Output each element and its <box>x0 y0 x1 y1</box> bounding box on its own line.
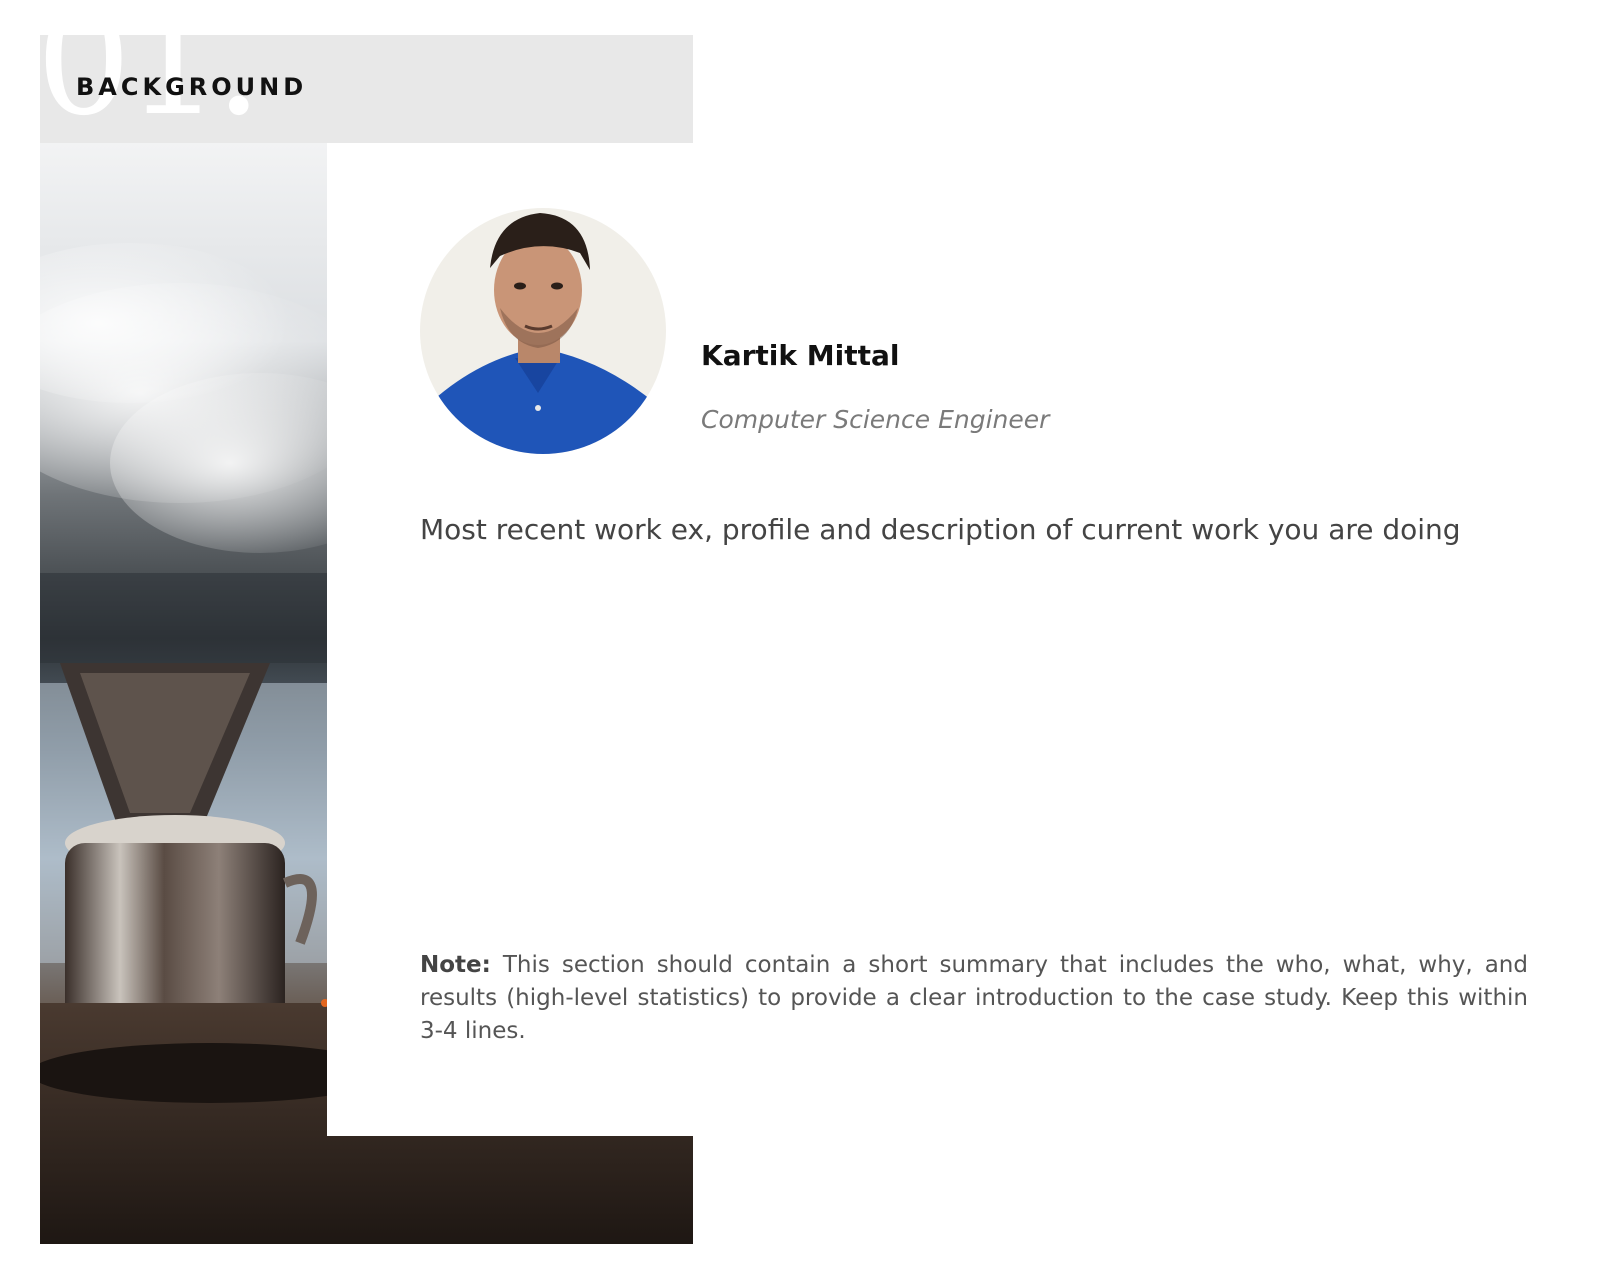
note-label: Note: <box>420 952 491 978</box>
intro-text: Most recent work ex, profile and descrip… <box>420 513 1461 546</box>
note-text: This section should contain a short summ… <box>420 952 1528 1044</box>
person-role: Computer Science Engineer <box>701 405 1050 434</box>
section-title: BACKGROUND <box>76 73 308 101</box>
profile-portrait-photo <box>420 208 666 454</box>
section-header: 01. BACKGROUND <box>40 35 693 143</box>
person-name: Kartik Mittal <box>701 339 900 372</box>
profile-card: Kartik Mittal Computer Science Engineer … <box>327 143 1600 1136</box>
note-paragraph: Note: This section should contain a shor… <box>420 949 1528 1048</box>
